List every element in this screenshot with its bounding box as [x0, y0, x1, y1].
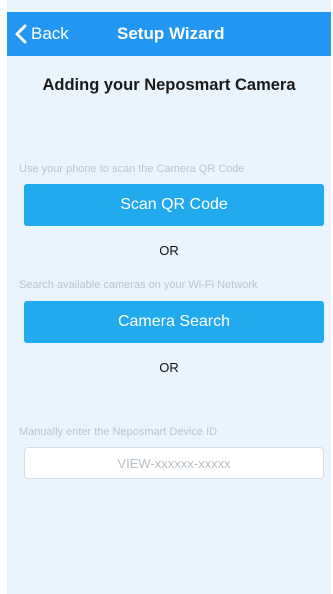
page-title: Setup Wizard: [117, 24, 225, 43]
or-separator: OR: [159, 360, 179, 375]
scan-qr-code-button[interactable]: Scan QR Code: [24, 184, 324, 226]
search-hint-text: Search available cameras on your Wi-Fi N…: [19, 279, 258, 291]
qr-hint-text: Use your phone to scan the Camera QR Cod…: [19, 163, 245, 175]
chevron-left-icon: [15, 24, 27, 44]
device-id-input[interactable]: [24, 447, 324, 479]
section-heading: Adding your Neposmart Camera: [42, 76, 296, 94]
or-separator: OR: [159, 243, 179, 258]
manual-hint-text: Manually enter the Neposmart Device ID: [19, 426, 218, 438]
navigation-bar: Back Setup Wizard: [7, 12, 331, 56]
camera-search-button[interactable]: Camera Search: [24, 301, 324, 343]
setup-wizard-screen: Back Setup Wizard Adding your Neposmart …: [7, 0, 331, 594]
back-button[interactable]: Back: [15, 12, 69, 56]
back-label: Back: [31, 24, 69, 43]
